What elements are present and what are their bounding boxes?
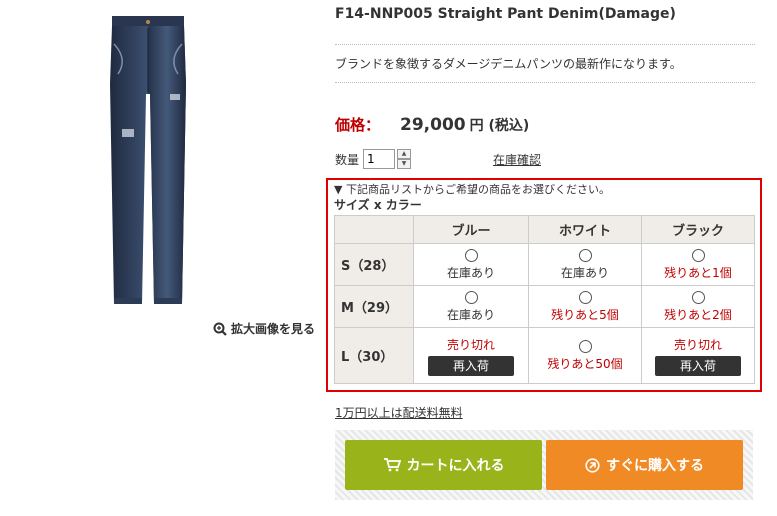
quantity-label: 数量 — [335, 152, 360, 167]
variant-table: ブルー ホワイト ブラック S（28） 在庫あり 在庫あり 残りあと1個 M（2… — [334, 215, 755, 384]
divider — [335, 44, 755, 45]
arrow-circle-icon — [585, 457, 600, 473]
restock-button[interactable]: 再入荷 — [655, 355, 741, 376]
variant-radio[interactable] — [578, 248, 592, 262]
stock-status: 残りあと2個 — [664, 307, 732, 322]
color-header: ブラック — [641, 215, 755, 244]
zoom-label[interactable]: 拡大画像を見る — [231, 320, 315, 337]
size-label: L（30） — [334, 327, 414, 384]
price-label: 価格： — [335, 116, 381, 134]
variant-radio[interactable] — [691, 290, 705, 304]
variant-heading: サイズ x カラー — [334, 198, 422, 212]
variant-radio[interactable] — [578, 290, 592, 304]
zoom-image-link[interactable]: 拡大画像を見る — [213, 320, 315, 337]
variant-cell[interactable]: 残りあと50個 — [528, 327, 642, 384]
table-row: M（29） 在庫あり 残りあと5個 残りあと2個 — [334, 285, 755, 328]
stock-check-link[interactable]: 在庫確認 — [493, 151, 541, 168]
purchase-button-area: カートに入れる すぐに購入する — [335, 430, 753, 500]
increment-button[interactable]: ▲ — [397, 149, 412, 159]
stock-status: 残りあと5個 — [551, 307, 619, 322]
product-description: ブランドを象徴するダメージデニムパンツの最新作になります。 — [335, 57, 682, 71]
variant-cell[interactable]: 在庫あり — [413, 285, 529, 328]
size-label: S（28） — [334, 243, 414, 286]
size-label: M（29） — [334, 285, 414, 328]
variant-radio[interactable] — [464, 248, 478, 262]
variant-radio[interactable] — [578, 339, 592, 353]
corner-cell — [334, 215, 414, 244]
price-row: 価格： 29,000 円 (税込) — [335, 114, 529, 135]
magnifier-icon — [213, 322, 227, 336]
add-to-cart-label[interactable]: カートに入れる — [407, 455, 505, 475]
add-to-cart-button[interactable]: カートに入れる — [345, 440, 542, 490]
quantity-row: 数量 ▲ ▼ — [335, 148, 412, 170]
buy-now-label[interactable]: すぐに購入する — [606, 455, 704, 475]
stock-status: 在庫あり — [446, 265, 495, 280]
stock-status: 残りあと50個 — [547, 356, 623, 371]
shipping-info-link[interactable]: 1万円以上は配送料無料 — [335, 404, 463, 421]
variant-cell: 売り切れ 再入荷 — [641, 327, 755, 384]
decrement-button[interactable]: ▼ — [397, 159, 412, 169]
color-header: ホワイト — [528, 215, 642, 244]
restock-button[interactable]: 再入荷 — [428, 355, 514, 376]
color-header: ブルー — [413, 215, 529, 244]
quantity-stepper: ▲ ▼ — [397, 149, 412, 169]
variant-radio[interactable] — [464, 290, 478, 304]
product-title: F14-NNP005 Straight Pant Denim(Damage) — [335, 6, 676, 22]
variant-cell[interactable]: 在庫あり — [413, 243, 529, 286]
stock-status: 残りあと1個 — [664, 265, 732, 280]
variant-cell[interactable]: 残りあと1個 — [641, 243, 755, 286]
variant-radio[interactable] — [691, 248, 705, 262]
variant-cell[interactable]: 残りあと5個 — [528, 285, 642, 328]
quantity-input[interactable] — [363, 149, 396, 169]
stock-status: 在庫あり — [446, 307, 495, 322]
product-image — [110, 16, 186, 304]
variant-cell: 売り切れ 再入荷 — [413, 327, 529, 384]
table-row: L（30） 売り切れ再入荷 残りあと50個 売り切れ再入荷 — [334, 327, 755, 384]
stock-status: 売り切れ — [446, 337, 495, 352]
cart-icon — [383, 458, 401, 472]
variant-instruction: ▼ 下記商品リストからご希望の商品をお選びください。 — [334, 183, 610, 196]
divider — [335, 82, 755, 83]
variant-header-row: ブルー ホワイト ブラック — [334, 215, 755, 244]
table-row: S（28） 在庫あり 在庫あり 残りあと1個 — [334, 243, 755, 286]
price-unit: 円 (税込) — [469, 118, 530, 134]
variant-cell[interactable]: 在庫あり — [528, 243, 642, 286]
price-value: 29,000 — [400, 115, 466, 135]
stock-status: 売り切れ — [673, 337, 722, 352]
stock-status: 在庫あり — [560, 265, 609, 280]
buy-now-button[interactable]: すぐに購入する — [546, 440, 743, 490]
variant-cell[interactable]: 残りあと2個 — [641, 285, 755, 328]
